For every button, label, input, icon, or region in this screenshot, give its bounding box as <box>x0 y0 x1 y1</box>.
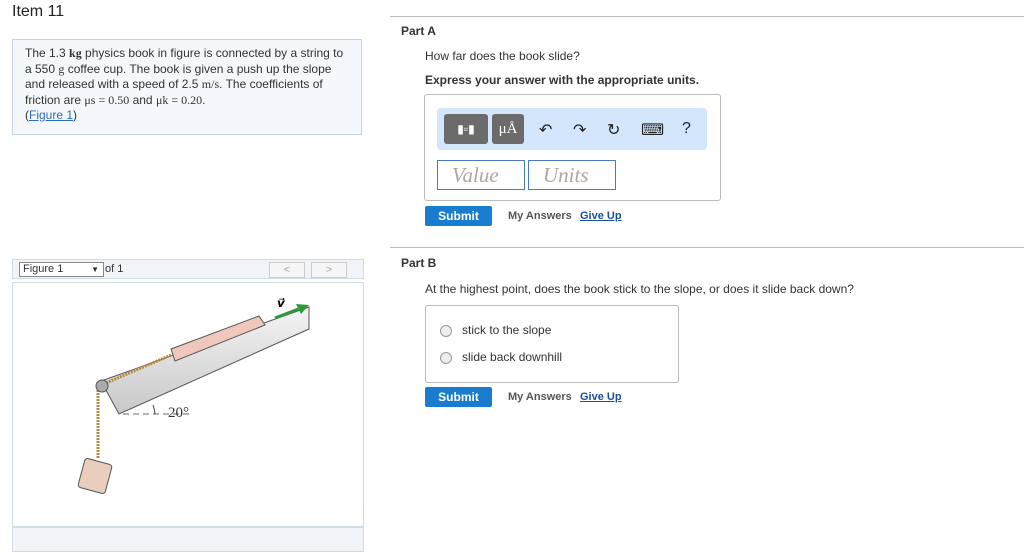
part-a-instruction: Express your answer with the appropriate… <box>425 73 700 87</box>
part-b-my-answers[interactable]: My Answers <box>508 391 572 403</box>
prev-figure-button[interactable]: < <box>269 262 305 278</box>
option-label: slide back downhill <box>462 350 563 364</box>
figure-toolbar: Figure 1 ▼ of 1 < > <box>12 259 364 279</box>
divider <box>390 247 1024 248</box>
templates-icon: ▮▫▮ <box>457 122 475 136</box>
mu-s: μs = 0.50 <box>84 92 130 107</box>
text: and <box>129 92 156 107</box>
item-title: Item 11 <box>12 3 65 20</box>
option-slide[interactable]: slide back downhill <box>440 350 562 364</box>
angle-label: 20° <box>168 405 189 421</box>
value-input[interactable]: Value <box>437 160 525 190</box>
part-b-submit-button[interactable]: Submit <box>425 387 492 407</box>
figure-footer <box>12 527 364 552</box>
keyboard-icon[interactable]: ⌨ <box>641 120 664 140</box>
figure-select-value: Figure 1 <box>23 263 64 275</box>
part-a-question: How far does the book slide? <box>425 49 580 63</box>
problem-statement: The 1.3 kg physics book in figure is con… <box>12 39 362 135</box>
templates-button[interactable]: ▮▫▮ <box>444 114 488 144</box>
part-a-give-up[interactable]: Give Up <box>580 210 622 222</box>
pulley <box>95 379 109 393</box>
text: . <box>202 92 206 107</box>
part-a-my-answers[interactable]: My Answers <box>508 210 572 222</box>
coffee-cup <box>77 458 113 494</box>
undo-icon[interactable]: ↶ <box>539 120 552 140</box>
dropdown-arrow-icon: ▼ <box>91 265 99 274</box>
figure-select[interactable]: Figure 1 ▼ <box>19 262 104 277</box>
part-b-question: At the highest point, does the book stic… <box>425 282 854 296</box>
part-a-submit-button[interactable]: Submit <box>425 206 492 226</box>
help-icon[interactable]: ? <box>682 120 691 138</box>
figure-count: of 1 <box>105 263 124 275</box>
units-input[interactable]: Units <box>528 160 616 190</box>
reset-icon[interactable]: ↻ <box>607 120 620 140</box>
math-toolbar: ▮▫▮ μÅ ↶ ↷ ↻ ⌨ ? <box>437 108 707 150</box>
radio-button[interactable] <box>440 324 452 337</box>
divider <box>390 16 1024 17</box>
mu-k: μk = 0.20 <box>155 92 203 107</box>
part-a-title: Part A <box>401 24 436 38</box>
option-label: stick to the slope <box>462 323 552 337</box>
part-b-give-up[interactable]: Give Up <box>580 391 622 403</box>
radio-button[interactable] <box>440 351 452 364</box>
option-stick[interactable]: stick to the slope <box>440 323 551 337</box>
units-button[interactable]: μÅ <box>492 114 524 144</box>
incline-ramp <box>100 306 310 415</box>
velocity-label: v⃗ <box>277 296 286 310</box>
next-figure-button[interactable]: > <box>311 262 347 278</box>
options-box: stick to the slope slide back downhill <box>425 305 679 383</box>
incline-diagram: 20° v⃗ <box>77 296 310 494</box>
redo-icon[interactable]: ↷ <box>573 120 586 140</box>
text: The 1.3 <box>25 46 70 60</box>
unit: m/s <box>201 77 220 91</box>
figure-link[interactable]: Figure 1 <box>29 108 73 122</box>
figure-image: 20° v⃗ <box>12 282 364 527</box>
part-b-title: Part B <box>401 256 437 270</box>
unit: kg <box>69 46 82 60</box>
